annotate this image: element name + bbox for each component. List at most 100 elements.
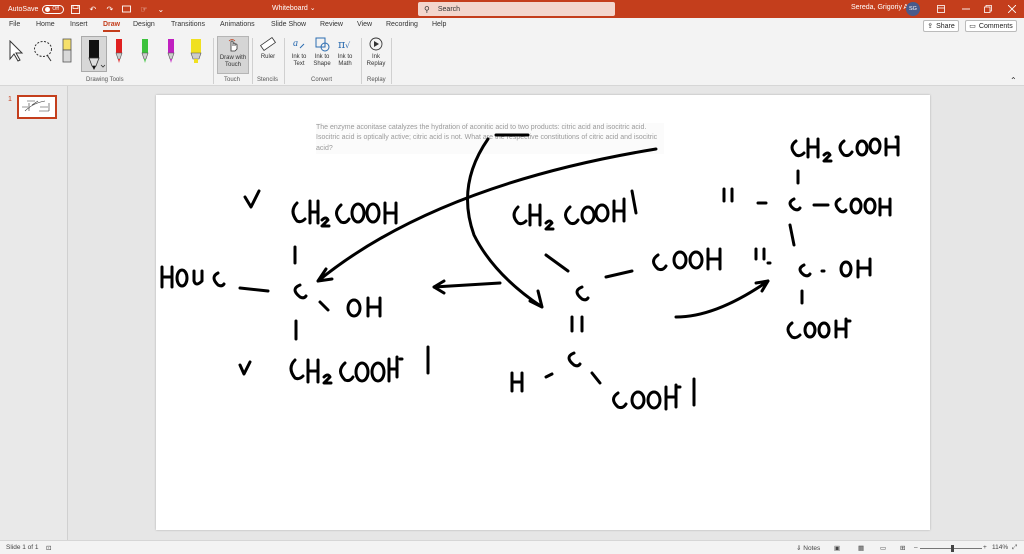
tab-insert[interactable]: Insert: [70, 21, 88, 28]
ribbon-separator: [252, 38, 253, 84]
slide-number: 1: [8, 96, 12, 103]
menu-bar: File Home Insert Draw Design Transitions…: [0, 18, 1024, 34]
pen-green[interactable]: [139, 37, 151, 67]
highlighter-yellow[interactable]: [189, 37, 203, 67]
customize-qat-icon[interactable]: ⌄: [155, 4, 166, 15]
search-input[interactable]: ⚲ Search: [418, 2, 615, 16]
document-title[interactable]: Whiteboard ⌄: [272, 4, 316, 12]
ribbon-separator: [391, 38, 392, 84]
slide-show-icon[interactable]: ⊞: [900, 544, 905, 552]
share-icon: ⇪: [927, 23, 934, 30]
tab-animations[interactable]: Animations: [220, 21, 255, 28]
group-stencils: Stencils: [257, 77, 279, 83]
ink-carbon-middle-top: [575, 285, 590, 302]
notes-button[interactable]: ⇓ Notes: [796, 544, 820, 552]
pen-purple[interactable]: [165, 37, 177, 67]
ribbon-separator: [284, 38, 285, 84]
tab-design[interactable]: Design: [133, 21, 155, 28]
notes-icon: ⇓: [796, 545, 802, 552]
ink-carbon-right-bottom: [798, 263, 812, 278]
ink-drawing: [160, 133, 900, 411]
fit-slide-icon[interactable]: ⤢: [1012, 544, 1017, 552]
autosave-toggle[interactable]: Off: [42, 4, 65, 14]
redo-icon[interactable]: ↷: [104, 4, 115, 15]
search-placeholder: Search: [437, 5, 461, 13]
ink-carbon-middle-bottom: [567, 351, 582, 368]
ink-ch2cooh-right: [790, 135, 900, 163]
comments-label: Comments: [978, 22, 1013, 30]
ink-to-math-label: Ink to Math: [337, 54, 353, 67]
ink-replay-label: Ink Replay: [366, 54, 386, 67]
eraser-icon[interactable]: [60, 37, 74, 67]
ink-arrow-left: [432, 279, 502, 295]
autosave[interactable]: AutoSave Off: [8, 4, 65, 14]
slide-thumbnail[interactable]: [17, 95, 57, 119]
accessibility-icon[interactable]: ⊡: [46, 544, 51, 552]
slide-sorter-icon[interactable]: ▦: [858, 544, 864, 552]
tab-file[interactable]: File: [9, 21, 20, 28]
pen-red[interactable]: [113, 37, 125, 67]
zoom-level[interactable]: 114%: [992, 544, 1008, 551]
ink-cooh-middle: [652, 247, 722, 272]
ink-to-text-button[interactable]: a Ink to Text: [288, 36, 310, 68]
save-icon[interactable]: [70, 4, 81, 15]
normal-view-icon[interactable]: ▣: [834, 544, 840, 552]
ribbon-separator: [213, 38, 214, 84]
slide-thumbnails-panel: 1: [0, 86, 68, 540]
document-title-text: Whiteboard: [272, 5, 308, 12]
ink-ch2cooh-bottom: [289, 345, 430, 385]
slide-info: Slide 1 of 1: [6, 544, 39, 551]
share-button[interactable]: ⇪ Share: [923, 20, 959, 32]
touch-hand-icon: [225, 37, 241, 53]
touch-mode-icon[interactable]: ☞: [138, 4, 149, 15]
ink-ch2cooh-top: [291, 199, 398, 228]
lasso-select-icon[interactable]: [33, 40, 53, 64]
tab-review[interactable]: Review: [320, 21, 343, 28]
tab-home[interactable]: Home: [36, 21, 55, 28]
ink-bond: [318, 300, 330, 312]
comments-button[interactable]: ▭ Comments: [965, 20, 1017, 32]
draw-with-touch-button[interactable]: Draw with Touch: [217, 36, 249, 74]
restore-icon[interactable]: [980, 1, 996, 17]
tab-draw[interactable]: Draw: [103, 21, 121, 32]
from-beginning-icon[interactable]: [121, 4, 132, 15]
ink-bond: [604, 269, 634, 279]
ink-to-math-button[interactable]: π √ Ink to Math: [334, 36, 356, 68]
group-drawing-tools: Drawing Tools: [86, 77, 124, 83]
tab-slide-show[interactable]: Slide Show: [271, 21, 306, 28]
comment-icon: ▭: [969, 23, 976, 30]
ink-to-text-label: Ink to Text: [291, 54, 307, 67]
replay-icon: [368, 36, 384, 52]
avatar[interactable]: SG: [906, 2, 920, 16]
ink-h-right-2: [754, 247, 766, 261]
ink-checkmark: [238, 360, 252, 376]
ink-hooc: [160, 265, 226, 289]
ink-to-shape-button[interactable]: Ink to Shape: [311, 36, 333, 68]
ink-replay-button[interactable]: Ink Replay: [364, 36, 388, 68]
ink-oh-right: [839, 257, 872, 279]
ribbon-display-icon[interactable]: [933, 1, 949, 17]
select-icon[interactable]: [8, 39, 24, 64]
draw-with-touch-label: Draw with Touch: [219, 55, 247, 68]
tab-recording[interactable]: Recording: [386, 21, 418, 28]
zoom-out-icon[interactable]: –: [914, 544, 918, 551]
close-icon[interactable]: [1004, 1, 1020, 17]
ink-cooh-right: [834, 197, 892, 217]
zoom-slider-thumb[interactable]: [951, 545, 954, 552]
slide-canvas[interactable]: The enzyme aconitase catalyzes the hydra…: [156, 95, 930, 530]
user-name[interactable]: Sereda, Grigoriy A: [851, 4, 908, 11]
tab-view[interactable]: View: [357, 21, 372, 28]
ruler-icon: [260, 36, 276, 52]
collapse-ribbon-icon[interactable]: ⌃: [1010, 76, 1017, 85]
group-touch: Touch: [224, 77, 241, 83]
ink-h-right: [722, 187, 734, 203]
tab-transitions[interactable]: Transitions: [171, 21, 205, 28]
ruler-button[interactable]: Ruler: [257, 36, 279, 61]
reading-view-icon[interactable]: ▭: [880, 544, 886, 552]
minimize-icon[interactable]: [958, 1, 974, 17]
pen-black[interactable]: [81, 36, 107, 72]
undo-icon[interactable]: ↶: [87, 4, 98, 15]
zoom-in-icon[interactable]: +: [983, 544, 987, 551]
ink-bond: [788, 223, 796, 247]
tab-help[interactable]: Help: [432, 21, 446, 28]
